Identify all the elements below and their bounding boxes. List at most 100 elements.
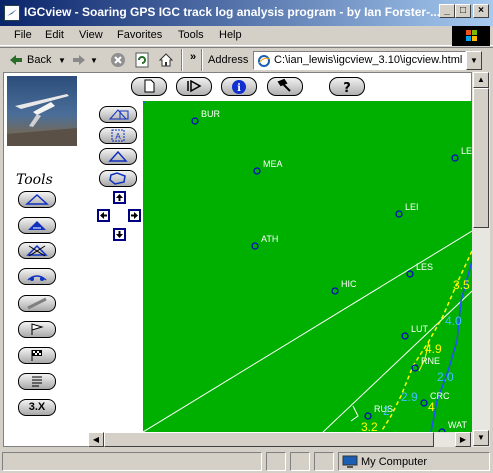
pan-up-arrow-icon[interactable] [113, 191, 126, 204]
tool-finish-button[interactable] [18, 347, 56, 364]
info-glyph: i [237, 83, 241, 94]
status-zone-panel: My Computer [338, 452, 490, 471]
turnpoint-marker [191, 117, 199, 125]
play-button[interactable] [176, 77, 212, 96]
tool-cruise-button[interactable] [18, 242, 56, 259]
menu-file[interactable]: File [14, 29, 32, 41]
turnpoint-marker [406, 270, 414, 278]
minimize-button[interactable]: _ [439, 4, 455, 18]
menu-edit[interactable]: Edit [45, 29, 64, 41]
tool-glider-button[interactable] [18, 268, 56, 285]
address-value: C:\ian_lewis\igcview_3.10\igcview.html [274, 54, 463, 66]
help-icon: ? [343, 81, 351, 95]
turnpoint-marker [253, 167, 261, 175]
cruise-icon [26, 244, 48, 257]
turnpoint-marker [331, 287, 339, 295]
altitude-label: 3.2 [361, 420, 378, 432]
computer-icon [342, 455, 358, 472]
settings-button[interactable] [267, 77, 303, 96]
tool-log-button[interactable] [18, 373, 56, 390]
pan-left-arrow-icon[interactable] [97, 209, 110, 222]
altitude-label: 3.5 [453, 278, 470, 292]
list-icon [32, 376, 42, 387]
horizontal-scrollbar[interactable]: ◀ ▶ [88, 432, 472, 447]
svg-text:A: A [115, 132, 121, 141]
start-flag-icon [31, 323, 44, 335]
address-dropdown-icon[interactable]: ▼ [466, 51, 482, 70]
map-zoom-area-button[interactable]: A [99, 127, 137, 144]
map-zoom-task-button[interactable] [99, 106, 137, 123]
turnpoint-marker [451, 154, 459, 162]
document-button[interactable] [131, 77, 167, 96]
pan-right-arrow-icon[interactable] [128, 209, 141, 222]
scroll-up-icon[interactable]: ▲ [473, 72, 489, 88]
help-button[interactable]: ? [329, 77, 365, 96]
stop-icon[interactable] [110, 52, 126, 68]
menu-bar: File Edit View Favorites Tools Help [0, 26, 493, 46]
glider-photo [7, 76, 77, 146]
forward-dropdown-icon[interactable]: ▼ [90, 56, 98, 65]
window-title: IGCview - Soaring GPS IGC track log anal… [24, 5, 441, 19]
tools-title: Tools [16, 172, 53, 188]
triangle-icon [25, 193, 49, 205]
speed-button[interactable]: 3.X [18, 399, 56, 416]
back-button[interactable]: Back [27, 54, 51, 66]
turnpoint-marker [420, 399, 428, 407]
scroll-left-icon[interactable]: ◀ [88, 432, 104, 447]
status-panel [266, 452, 286, 471]
scroll-right-icon[interactable]: ▶ [455, 432, 471, 447]
tool-ruler-button[interactable] [18, 295, 56, 312]
forward-arrow-icon[interactable] [71, 52, 87, 68]
map-triangle-button[interactable] [99, 148, 137, 165]
triangle-outline-icon [108, 150, 128, 162]
chevron-more-icon[interactable]: » [190, 51, 196, 63]
home-icon[interactable] [158, 52, 174, 68]
help-glyph: ? [343, 81, 351, 95]
tool-task-button[interactable] [18, 191, 56, 208]
toolbar-divider [201, 49, 203, 71]
airspace-line [322, 290, 472, 432]
info-button[interactable]: i [221, 77, 257, 96]
back-arrow-icon[interactable] [8, 52, 24, 68]
region-icon [109, 172, 126, 185]
altitude-label: 2.0 [437, 370, 454, 384]
status-zone-text: My Computer [361, 456, 428, 468]
turnpoint-label: LUT [411, 324, 429, 334]
app-icon [4, 5, 20, 21]
vertical-scrollbar[interactable]: ▲ ▼ [472, 72, 490, 447]
menu-view[interactable]: View [79, 29, 103, 41]
scroll-down-icon[interactable]: ▼ [473, 430, 489, 446]
track-cursor [350, 405, 359, 422]
info-icon: i [232, 80, 246, 94]
vertical-scroll-thumb[interactable] [473, 88, 489, 228]
altitude-label: 2 [383, 404, 390, 418]
turnpoint-label: HIC [341, 279, 357, 289]
zoom-area-icon: A [111, 129, 125, 142]
turnpoint-marker [395, 210, 403, 218]
refresh-icon[interactable] [134, 52, 150, 68]
menu-favorites[interactable]: Favorites [117, 29, 162, 41]
status-panel [314, 452, 334, 471]
close-button[interactable]: × [473, 4, 489, 18]
menu-tools[interactable]: Tools [178, 29, 204, 41]
altitude-label: 4.0 [445, 314, 462, 328]
menu-help[interactable]: Help [219, 29, 242, 41]
tool-climb-button[interactable] [18, 217, 56, 234]
page-icon [257, 54, 271, 69]
horizontal-scroll-thumb[interactable] [104, 432, 434, 447]
turnpoint-marker [401, 332, 409, 340]
finish-flag-icon [31, 350, 42, 361]
back-dropdown-icon[interactable]: ▼ [58, 56, 66, 65]
tool-start-button[interactable] [18, 321, 56, 338]
navigation-toolbar: Back ▼ ▼ » Address C:\ian_lewis\igcview_… [0, 47, 493, 72]
corner-marker [143, 101, 146, 104]
pan-down-arrow-icon[interactable] [113, 228, 126, 241]
maximize-button[interactable]: □ [455, 4, 471, 18]
map-region-button[interactable] [99, 170, 137, 187]
turnpoint-marker [251, 242, 259, 250]
address-input[interactable]: C:\ian_lewis\igcview_3.10\igcview.html [253, 51, 466, 70]
turnpoint-label: RNE [421, 356, 440, 366]
hammer-icon [277, 79, 291, 92]
altitude-label: 4 [428, 400, 435, 414]
task-map[interactable]: BURMEALENLEIATHLESHICLUTRNECRCRUSWAT 3.5… [143, 101, 472, 432]
